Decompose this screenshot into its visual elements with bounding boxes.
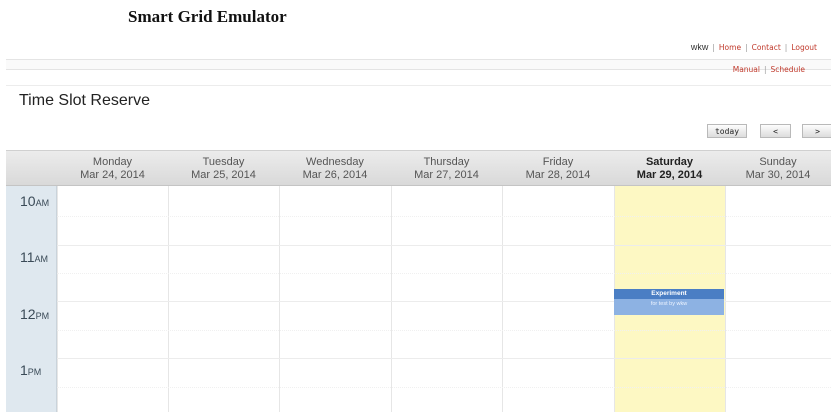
day-column-sunday[interactable] xyxy=(725,186,831,412)
half-hour-line xyxy=(57,387,831,388)
hour-label-12pm: 12PM xyxy=(20,306,50,322)
day-header-sunday: Sunday Mar 30, 2014 xyxy=(725,151,831,187)
hour-line xyxy=(57,358,831,359)
day-name: Wednesday xyxy=(306,156,364,168)
day-column-monday[interactable] xyxy=(57,186,168,412)
menu-bar xyxy=(6,59,831,70)
day-header-wednesday: Wednesday Mar 26, 2014 xyxy=(279,151,391,187)
nav-separator: | xyxy=(784,43,788,52)
day-header-monday: Monday Mar 24, 2014 xyxy=(57,151,168,187)
half-hour-line xyxy=(57,330,831,331)
day-name: Saturday xyxy=(645,156,694,168)
app-title: Smart Grid Emulator xyxy=(128,7,287,26)
day-header-thursday: Thursday Mar 27, 2014 xyxy=(391,151,502,187)
time-gutter xyxy=(6,186,57,412)
calendar-header: Monday Mar 24, 2014 Tuesday Mar 25, 2014 W… xyxy=(6,150,831,186)
nav-separator: | xyxy=(764,65,767,74)
day-column-tuesday[interactable] xyxy=(168,186,279,412)
day-name: Friday xyxy=(542,156,574,168)
hour-label-1pm: 1PM xyxy=(20,362,42,378)
username: wkw xyxy=(690,42,709,52)
event-title: Experiment xyxy=(614,289,724,299)
calendar-grid: Monday Mar 24, 2014 Tuesday Mar 25, 2014 W… xyxy=(6,150,831,412)
prev-week-button[interactable]: < xyxy=(760,124,791,138)
logout-link[interactable]: Logout xyxy=(791,43,817,52)
day-name: Thursday xyxy=(423,156,470,168)
day-date: Mar 27, 2014 xyxy=(414,169,479,181)
nav-separator: | xyxy=(745,43,748,52)
hour-line xyxy=(57,245,831,246)
calendar-event[interactable]: Experiment for test by wkw xyxy=(614,289,724,315)
top-nav: wkw | Home | Contact | Logout xyxy=(691,42,817,52)
panel-divider xyxy=(6,85,831,86)
home-link[interactable]: Home xyxy=(719,43,741,52)
schedule-link[interactable]: Schedule xyxy=(771,65,805,74)
hour-label-10am: 10AM xyxy=(20,193,50,209)
day-date: Mar 29, 2014 xyxy=(636,169,703,181)
day-date: Mar 25, 2014 xyxy=(191,169,256,181)
day-date: Mar 26, 2014 xyxy=(302,169,368,181)
day-header-friday: Friday Mar 28, 2014 xyxy=(502,151,614,187)
day-header-saturday: Saturday Mar 29, 2014 xyxy=(614,151,725,187)
event-description: for test by wkw xyxy=(614,299,724,315)
next-week-button[interactable]: > xyxy=(802,124,831,138)
hour-label-11am: 11AM xyxy=(20,249,49,265)
day-name: Sunday xyxy=(759,156,797,168)
contact-link[interactable]: Contact xyxy=(752,43,781,52)
day-name: Monday xyxy=(92,156,133,168)
day-column-friday[interactable] xyxy=(502,186,614,412)
sub-nav: Manual | Schedule xyxy=(733,65,805,74)
today-button[interactable]: today xyxy=(707,124,747,138)
manual-link[interactable]: Manual xyxy=(733,65,760,74)
day-name: Tuesday xyxy=(202,156,245,168)
day-date: Mar 24, 2014 xyxy=(80,169,145,181)
day-column-wednesday[interactable] xyxy=(279,186,391,412)
day-date: Mar 30, 2014 xyxy=(745,169,811,181)
section-title: Time Slot Reserve xyxy=(19,92,150,109)
half-hour-line xyxy=(57,273,831,274)
day-date: Mar 28, 2014 xyxy=(525,169,591,181)
day-column-thursday[interactable] xyxy=(391,186,502,412)
day-header-tuesday: Tuesday Mar 25, 2014 xyxy=(168,151,279,187)
half-hour-line xyxy=(57,216,831,217)
nav-separator: | xyxy=(712,43,715,52)
